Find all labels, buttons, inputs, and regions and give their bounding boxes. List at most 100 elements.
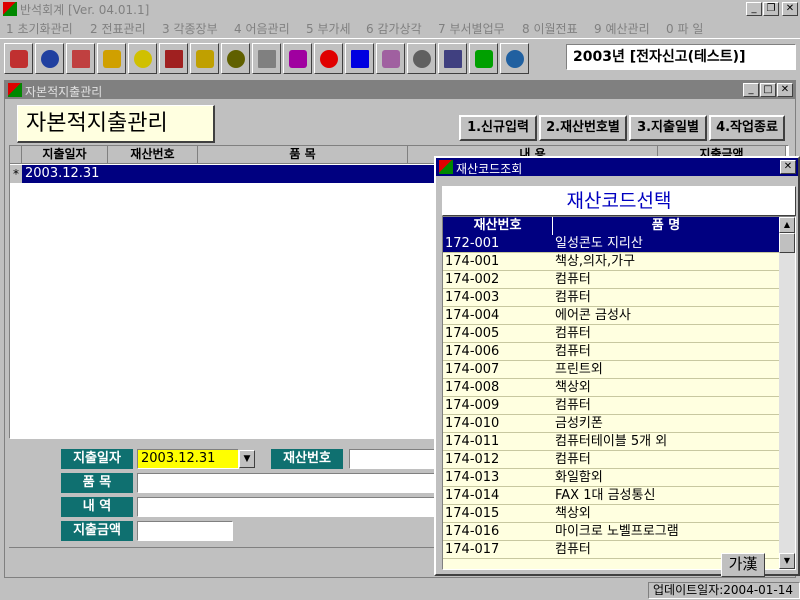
table-row[interactable]: * 2003.12.31 bbox=[10, 165, 440, 183]
list-item[interactable]: 174-014 FAX 1대 금성통신 bbox=[443, 487, 779, 505]
asset-code: 174-001 bbox=[445, 254, 500, 269]
date-input[interactable]: 2003.12.31 bbox=[137, 449, 239, 469]
exit-tool-button[interactable] bbox=[4, 43, 33, 74]
list-item[interactable]: 174-002 컴퓨터 bbox=[443, 271, 779, 289]
col-header-date[interactable]: 지출일자 bbox=[22, 146, 108, 164]
minimize-button[interactable]: _ bbox=[746, 2, 762, 16]
list-item[interactable]: 174-016 마이크로 노벨프로그램 bbox=[443, 523, 779, 541]
asset-code-dialog: 재산코드조회 ✕ 재산코드선택 재산번호 품 명 172-001 일성콘도 지리산… bbox=[434, 156, 800, 577]
by-date-button[interactable]: 3.지출일별 bbox=[629, 115, 707, 141]
list-header-code[interactable]: 재산번호 bbox=[443, 217, 553, 235]
new-entry-button[interactable]: 1.신규입력 bbox=[459, 115, 537, 141]
amount-input[interactable] bbox=[137, 521, 233, 541]
list-scrollbar[interactable]: ▲ ▼ bbox=[779, 217, 795, 569]
scroll-up-button[interactable]: ▲ bbox=[779, 217, 795, 233]
list-item[interactable]: 174-001 책상,의자,가구 bbox=[443, 253, 779, 271]
amount-label: 지출금액 bbox=[61, 521, 133, 541]
asset-code: 174-013 bbox=[445, 470, 500, 485]
end-work-button[interactable]: 4.작업종료 bbox=[709, 115, 785, 141]
list-item[interactable]: 174-010 금성키폰 bbox=[443, 415, 779, 433]
col-header-asset-no[interactable]: 재산번호 bbox=[108, 146, 198, 164]
asset-name: 컴퓨터 bbox=[555, 272, 591, 287]
detail-input[interactable] bbox=[137, 497, 441, 517]
menu-item-ledger[interactable]: 3 각종장부 bbox=[162, 20, 218, 37]
update-date: 업데이트일자:2004-01-14 bbox=[648, 582, 800, 599]
asset-name: 프린트외 bbox=[555, 362, 603, 377]
hanja-toggle-button[interactable]: 가漢 bbox=[721, 553, 765, 577]
menu-item-voucher[interactable]: 2 전표관리 bbox=[90, 20, 146, 37]
asset-name: 화일함외 bbox=[555, 470, 603, 485]
menu-item-depreciation[interactable]: 6 감가상각 bbox=[366, 20, 422, 37]
arrow-up-red-tool-button[interactable] bbox=[314, 43, 343, 74]
org-tree-tool-button[interactable] bbox=[35, 43, 64, 74]
menu-item-dept[interactable]: 7 부서별업무 bbox=[438, 20, 505, 37]
menu-item-init[interactable]: 1 초기화관리 bbox=[6, 20, 73, 37]
child-minimize-button[interactable]: _ bbox=[743, 83, 759, 97]
list-item[interactable]: 174-005 컴퓨터 bbox=[443, 325, 779, 343]
tag-tool-button[interactable] bbox=[128, 43, 157, 74]
scroll-down-button[interactable]: ▼ bbox=[779, 553, 795, 569]
abacus-tool-button[interactable] bbox=[159, 43, 188, 74]
coin-tool-button[interactable] bbox=[190, 43, 219, 74]
menu-item-vat[interactable]: 5 부가세 bbox=[306, 20, 351, 37]
menu-item-file[interactable]: 0 파 일 bbox=[666, 20, 703, 37]
restore-button[interactable]: ❐ bbox=[763, 2, 779, 16]
toolbox-icon bbox=[288, 49, 307, 68]
asset-code-list[interactable]: 재산번호 품 명 172-001 일성콘도 지리산 174-001 책상,의자,가구 1… bbox=[442, 216, 796, 577]
list-item[interactable]: 174-013 화일함외 bbox=[443, 469, 779, 487]
cell-asset-no[interactable] bbox=[108, 165, 198, 183]
asset-code: 174-003 bbox=[445, 290, 500, 305]
list-item[interactable]: 174-008 책상외 bbox=[443, 379, 779, 397]
asset-no-input[interactable] bbox=[349, 449, 437, 469]
dialog-close-button[interactable]: ✕ bbox=[780, 160, 796, 174]
item-input[interactable] bbox=[137, 473, 441, 493]
asset-name: 컴퓨터테이블 5개 외 bbox=[555, 434, 668, 449]
list-item[interactable]: 174-006 컴퓨터 bbox=[443, 343, 779, 361]
exchange-icon bbox=[381, 49, 400, 68]
scale-tool-button[interactable] bbox=[252, 43, 281, 74]
arrow-up-blue-tool-button[interactable] bbox=[345, 43, 374, 74]
list-item[interactable]: 174-004 에어콘 금성사 bbox=[443, 307, 779, 325]
report-tool-button[interactable] bbox=[500, 43, 529, 74]
report-icon bbox=[505, 49, 524, 68]
list-item[interactable]: 174-007 프린트외 bbox=[443, 361, 779, 379]
list-item[interactable]: 174-003 컴퓨터 bbox=[443, 289, 779, 307]
book-icon bbox=[226, 49, 245, 68]
refresh-tool-button[interactable] bbox=[469, 43, 498, 74]
list-item[interactable]: 174-015 책상외 bbox=[443, 505, 779, 523]
exchange-tool-button[interactable] bbox=[376, 43, 405, 74]
date-dropdown-button[interactable]: ▼ bbox=[239, 450, 255, 468]
calculator-tool-button[interactable] bbox=[407, 43, 436, 74]
child-close-button[interactable]: ✕ bbox=[777, 83, 793, 97]
pencil-edit-tool-button[interactable] bbox=[97, 43, 126, 74]
col-header-item[interactable]: 품 목 bbox=[198, 146, 408, 164]
by-asset-button[interactable]: 2.재산번호별 bbox=[539, 115, 627, 141]
printer-tool-button[interactable] bbox=[438, 43, 467, 74]
page-title: 자본적지출관리 bbox=[17, 105, 215, 143]
asset-name: 컴퓨터 bbox=[555, 290, 591, 305]
child-maximize-button[interactable]: □ bbox=[760, 83, 776, 97]
scroll-thumb[interactable] bbox=[779, 233, 795, 253]
menu-item-carryover[interactable]: 8 이월전표 bbox=[522, 20, 578, 37]
close-button[interactable]: ✕ bbox=[782, 2, 798, 16]
book-tool-button[interactable] bbox=[221, 43, 250, 74]
asset-name: 일성콘도 지리산 bbox=[555, 236, 643, 251]
list-item[interactable]: 174-012 컴퓨터 bbox=[443, 451, 779, 469]
date-label: 지출일자 bbox=[61, 449, 133, 469]
cell-item[interactable] bbox=[198, 165, 440, 183]
refresh-icon bbox=[474, 49, 493, 68]
list-header-name[interactable]: 품 명 bbox=[553, 217, 779, 235]
list-item[interactable]: 174-009 컴퓨터 bbox=[443, 397, 779, 415]
menu-item-bills[interactable]: 4 어음관리 bbox=[234, 20, 290, 37]
list-item[interactable]: 174-011 컴퓨터테이블 5개 외 bbox=[443, 433, 779, 451]
toolbox-tool-button[interactable] bbox=[283, 43, 312, 74]
list-item[interactable]: 172-001 일성콘도 지리산 bbox=[443, 235, 779, 253]
cell-date[interactable]: 2003.12.31 bbox=[22, 165, 108, 183]
menu-item-budget[interactable]: 9 예산관리 bbox=[594, 20, 650, 37]
asset-name: 컴퓨터 bbox=[555, 326, 591, 341]
asset-code: 174-008 bbox=[445, 380, 500, 395]
globe-tool-button[interactable] bbox=[66, 43, 95, 74]
grid-corner bbox=[10, 146, 22, 164]
asset-code-dialog-titlebar: 재산코드조회 ✕ bbox=[436, 158, 798, 176]
company-name: 2003년 [전자신고(테스트)] bbox=[566, 44, 796, 70]
